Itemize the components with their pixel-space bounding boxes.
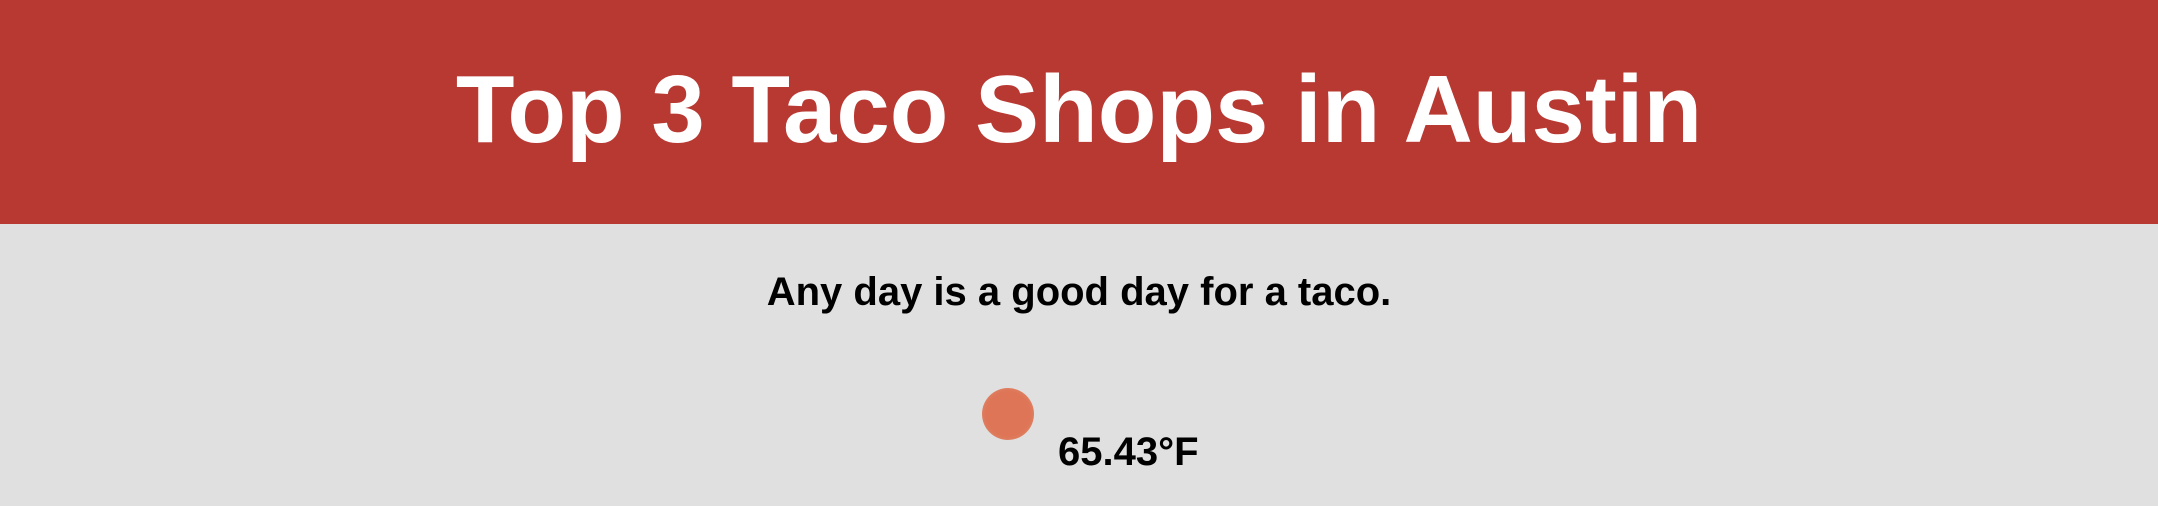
weather-widget: 65.43°F <box>982 388 1202 488</box>
main-content: Any day is a good day for a taco. 65.43°… <box>0 224 2158 506</box>
page-header: Top 3 Taco Shops in Austin <box>0 0 2158 224</box>
page-title: Top 3 Taco Shops in Austin <box>455 56 1703 163</box>
temperature-readout: 65.43°F <box>1058 430 1199 474</box>
weather-sun-icon <box>982 388 1034 440</box>
tagline: Any day is a good day for a taco. <box>766 270 1392 314</box>
